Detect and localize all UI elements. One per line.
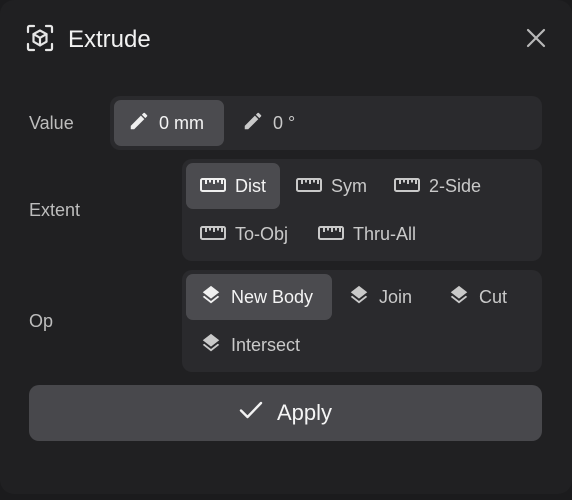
layers-icon bbox=[200, 284, 222, 311]
ruler-icon bbox=[394, 176, 420, 197]
dialog-header: Extrude bbox=[26, 22, 151, 58]
extrude-dialog: Extrude Value 0 mm 0 ° Extent Dist Sym 2… bbox=[0, 0, 572, 494]
op-option-label: Intersect bbox=[231, 334, 301, 355]
value-option-deg[interactable]: 0 ° bbox=[228, 100, 318, 146]
op-option-label: Join bbox=[379, 286, 413, 307]
op-options-group: New Body Join Cut Intersect bbox=[182, 270, 542, 372]
extent-option-sym[interactable]: Sym bbox=[282, 163, 376, 209]
op-option-new-body[interactable]: New Body bbox=[186, 274, 332, 320]
value-label: Value bbox=[29, 113, 74, 133]
value-options-group: 0 mm 0 ° bbox=[110, 96, 542, 150]
op-option-label: New Body bbox=[231, 286, 314, 307]
op-option-join[interactable]: Join bbox=[334, 274, 428, 320]
extent-option-label: Dist bbox=[235, 175, 266, 196]
op-option-label: Cut bbox=[479, 286, 508, 307]
checkmark-icon bbox=[239, 400, 263, 426]
extent-option-thru-all[interactable]: Thru-All bbox=[304, 211, 428, 257]
extent-option-label: Thru-All bbox=[353, 223, 417, 244]
op-option-cut[interactable]: Cut bbox=[434, 274, 524, 320]
extent-option-2side[interactable]: 2-Side bbox=[380, 163, 500, 209]
extent-label: Extent bbox=[29, 200, 81, 220]
apply-button[interactable]: Apply bbox=[29, 385, 542, 441]
ruler-icon bbox=[200, 224, 226, 245]
value-option-label: 0 ° bbox=[273, 112, 296, 133]
extent-option-label: To-Obj bbox=[235, 223, 289, 244]
extent-option-to-obj[interactable]: To-Obj bbox=[186, 211, 298, 257]
op-option-intersect[interactable]: Intersect bbox=[186, 322, 322, 368]
extent-option-label: Sym bbox=[331, 175, 367, 196]
layers-icon bbox=[448, 284, 470, 311]
extent-options-group: Dist Sym 2-Side To-Obj Thru-All bbox=[182, 159, 542, 261]
pencil-icon bbox=[128, 110, 150, 137]
extent-option-dist[interactable]: Dist bbox=[186, 163, 280, 209]
close-icon bbox=[526, 28, 546, 53]
close-button[interactable] bbox=[522, 26, 550, 54]
extent-option-label: 2-Side bbox=[429, 175, 482, 196]
layers-icon bbox=[200, 332, 222, 359]
extrude-cube-icon bbox=[26, 24, 54, 57]
op-label: Op bbox=[29, 311, 54, 331]
pencil-icon bbox=[242, 110, 264, 137]
apply-label: Apply bbox=[276, 400, 333, 425]
ruler-icon bbox=[318, 224, 344, 245]
layers-icon bbox=[348, 284, 370, 311]
ruler-icon bbox=[296, 176, 322, 197]
dialog-title: Extrude bbox=[68, 26, 151, 53]
value-option-label: 0 mm bbox=[159, 112, 204, 133]
ruler-icon bbox=[200, 176, 226, 197]
value-option-mm[interactable]: 0 mm bbox=[114, 100, 224, 146]
